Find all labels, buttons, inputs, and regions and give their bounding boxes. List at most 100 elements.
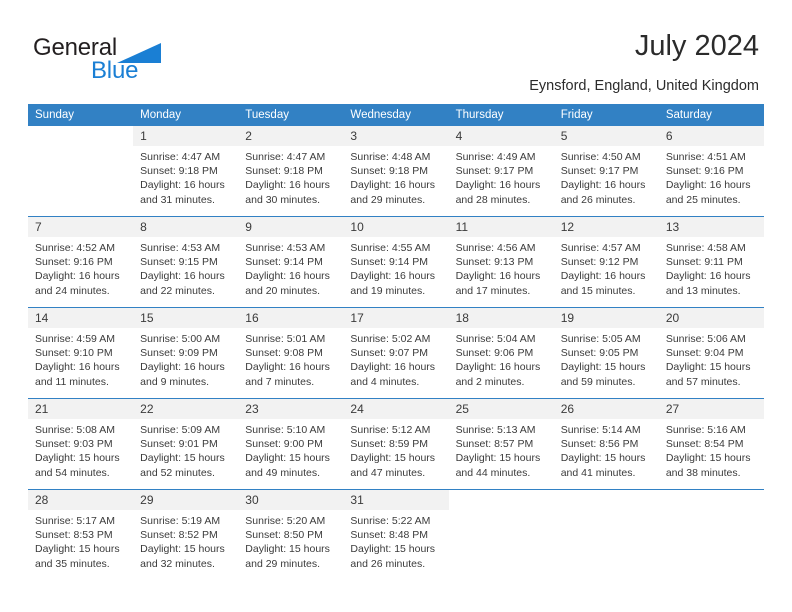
day-sun-info: Sunrise: 5:06 AM Sunset: 9:04 PM Daylight:… (659, 328, 764, 389)
day-sun-info: Sunrise: 5:04 AM Sunset: 9:06 PM Daylight:… (449, 328, 554, 389)
day-sun-info: Sunrise: 5:17 AM Sunset: 8:53 PM Daylight:… (28, 510, 133, 571)
day-number (553, 490, 659, 510)
calendar-day-cell[interactable]: 24 Sunrise: 5:12 AM Sunset: 8:59 PM Dayligh… (343, 398, 449, 490)
daylight-text: and 41 minutes. (560, 466, 636, 479)
calendar-day-cell[interactable]: 15 Sunrise: 5:00 AM Sunset: 9:09 PM Dayligh… (133, 307, 239, 399)
calendar-week-row: 21 Sunrise: 5:08 AM Sunset: 9:03 PM Dayligh… (28, 398, 764, 490)
calendar-day-cell[interactable]: 27 Sunrise: 5:16 AM Sunset: 8:54 PM Dayligh… (658, 398, 764, 490)
calendar-day-cell[interactable]: 18 Sunrise: 5:04 AM Sunset: 9:06 PM Dayligh… (448, 307, 554, 399)
calendar-day-cell[interactable]: 22 Sunrise: 5:09 AM Sunset: 9:01 PM Dayligh… (133, 398, 239, 490)
sunset-text: Sunset: 9:16 PM (35, 256, 113, 269)
calendar-day-cell[interactable]: 31 Sunrise: 5:22 AM Sunset: 8:48 PM Dayligh… (343, 489, 449, 580)
daylight-text: Daylight: 16 hours (245, 179, 330, 192)
daylight-text: and 59 minutes. (560, 375, 636, 388)
calendar-day-cell[interactable]: 16 Sunrise: 5:01 AM Sunset: 9:08 PM Dayligh… (238, 307, 344, 399)
daylight-text: Daylight: 15 hours (245, 543, 330, 556)
daylight-text: and 15 minutes. (560, 284, 636, 297)
calendar-day-cell[interactable]: 26 Sunrise: 5:14 AM Sunset: 8:56 PM Dayligh… (553, 398, 659, 490)
calendar-day-cell[interactable]: 2 Sunrise: 4:47 AM Sunset: 9:18 PM Daylight… (238, 126, 344, 217)
weekday-header-monday: Monday (133, 104, 239, 126)
calendar-day-cell[interactable]: 17 Sunrise: 5:02 AM Sunset: 9:07 PM Dayligh… (343, 307, 449, 399)
calendar-week-row: 28 Sunrise: 5:17 AM Sunset: 8:53 PM Dayligh… (28, 489, 764, 580)
calendar-day-cell[interactable]: 14 Sunrise: 4:59 AM Sunset: 9:10 PM Dayligh… (28, 307, 134, 399)
sunset-text: Sunset: 9:13 PM (455, 256, 534, 269)
daylight-text: and 2 minutes. (455, 375, 525, 388)
sunrise-text: Sunrise: 5:02 AM (350, 333, 431, 345)
day-number: 18 (448, 308, 554, 328)
calendar-day-cell[interactable]: 8 Sunrise: 4:53 AM Sunset: 9:15 PM Daylight… (133, 216, 239, 308)
daylight-text: Daylight: 16 hours (455, 270, 541, 283)
sunset-text: Sunset: 9:07 PM (350, 347, 429, 360)
page-header: General Blue July 2024 Eynsford, England… (33, 30, 759, 98)
calendar-day-cell[interactable]: 5 Sunrise: 4:50 AM Sunset: 9:17 PM Daylight… (553, 126, 659, 217)
brand-logo[interactable]: General Blue (33, 34, 233, 90)
calendar-day-cell[interactable]: 11 Sunrise: 4:56 AM Sunset: 9:13 PM Dayligh… (448, 216, 554, 308)
day-number: 19 (553, 308, 659, 328)
sunrise-text: Sunrise: 5:09 AM (140, 424, 221, 436)
sunset-text: Sunset: 8:50 PM (245, 529, 323, 542)
daylight-text: Daylight: 15 hours (560, 452, 646, 465)
calendar-empty-cell (28, 126, 134, 217)
daylight-text: and 30 minutes. (245, 193, 320, 206)
daylight-text: Daylight: 15 hours (665, 361, 751, 374)
sunset-text: Sunset: 9:01 PM (140, 438, 218, 451)
daylight-text: Daylight: 15 hours (140, 452, 225, 465)
daylight-text: Daylight: 15 hours (245, 452, 330, 465)
day-sun-info: Sunrise: 4:53 AM Sunset: 9:14 PM Daylight:… (238, 237, 343, 298)
sunset-text: Sunset: 9:18 PM (350, 165, 429, 178)
calendar-day-cell[interactable]: 21 Sunrise: 5:08 AM Sunset: 9:03 PM Dayligh… (28, 398, 134, 490)
calendar-day-cell[interactable]: 29 Sunrise: 5:19 AM Sunset: 8:52 PM Dayligh… (133, 489, 239, 580)
day-number: 27 (658, 399, 764, 419)
brand-name-secondary: Blue (91, 57, 139, 84)
daylight-text: Daylight: 15 hours (140, 543, 225, 556)
sunset-text: Sunset: 8:54 PM (665, 438, 744, 451)
day-sun-info: Sunrise: 5:13 AM Sunset: 8:57 PM Daylight:… (449, 419, 554, 480)
sunset-text: Sunset: 9:14 PM (350, 256, 429, 269)
day-sun-info: Sunrise: 4:47 AM Sunset: 9:18 PM Daylight:… (133, 146, 238, 207)
daylight-text: and 29 minutes. (245, 557, 320, 570)
sunset-text: Sunset: 9:12 PM (560, 256, 639, 269)
calendar-day-cell[interactable]: 23 Sunrise: 5:10 AM Sunset: 9:00 PM Dayligh… (238, 398, 344, 490)
calendar-day-cell[interactable]: 12 Sunrise: 4:57 AM Sunset: 9:12 PM Dayligh… (553, 216, 659, 308)
calendar-day-cell[interactable]: 9 Sunrise: 4:53 AM Sunset: 9:14 PM Daylight… (238, 216, 344, 308)
day-sun-info: Sunrise: 5:05 AM Sunset: 9:05 PM Daylight:… (554, 328, 659, 389)
sunset-text: Sunset: 8:56 PM (560, 438, 639, 451)
day-number: 28 (28, 490, 134, 510)
day-sun-info: Sunrise: 5:19 AM Sunset: 8:52 PM Daylight:… (133, 510, 238, 571)
calendar-day-cell[interactable]: 10 Sunrise: 4:55 AM Sunset: 9:14 PM Dayligh… (343, 216, 449, 308)
day-number: 24 (343, 399, 449, 419)
daylight-text: Daylight: 16 hours (350, 179, 436, 192)
daylight-text: Daylight: 16 hours (350, 361, 436, 374)
calendar-day-cell[interactable]: 20 Sunrise: 5:06 AM Sunset: 9:04 PM Dayligh… (658, 307, 764, 399)
calendar-day-cell[interactable]: 1 Sunrise: 4:47 AM Sunset: 9:18 PM Daylight… (133, 126, 239, 217)
calendar-day-cell[interactable]: 6 Sunrise: 4:51 AM Sunset: 9:16 PM Daylight… (658, 126, 764, 217)
calendar-day-cell[interactable]: 25 Sunrise: 5:13 AM Sunset: 8:57 PM Dayligh… (448, 398, 554, 490)
day-sun-info: Sunrise: 5:20 AM Sunset: 8:50 PM Daylight:… (238, 510, 343, 571)
calendar-day-cell[interactable]: 3 Sunrise: 4:48 AM Sunset: 9:18 PM Daylight… (343, 126, 449, 217)
daylight-text: Daylight: 16 hours (35, 361, 120, 374)
daylight-text: and 57 minutes. (665, 375, 741, 388)
sunrise-text: Sunrise: 4:56 AM (455, 242, 536, 254)
day-sun-info: Sunrise: 4:47 AM Sunset: 9:18 PM Daylight:… (238, 146, 343, 207)
calendar-day-cell[interactable]: 7 Sunrise: 4:52 AM Sunset: 9:16 PM Daylight… (28, 216, 134, 308)
daylight-text: and 32 minutes. (140, 557, 215, 570)
calendar-day-cell[interactable]: 28 Sunrise: 5:17 AM Sunset: 8:53 PM Dayligh… (28, 489, 134, 580)
calendar-day-cell[interactable]: 4 Sunrise: 4:49 AM Sunset: 9:17 PM Daylight… (448, 126, 554, 217)
calendar-empty-cell (448, 489, 554, 580)
daylight-text: Daylight: 16 hours (245, 361, 330, 374)
sunrise-text: Sunrise: 4:48 AM (350, 151, 431, 163)
sunrise-text: Sunrise: 4:50 AM (560, 151, 641, 163)
calendar-day-cell[interactable]: 13 Sunrise: 4:58 AM Sunset: 9:11 PM Dayligh… (658, 216, 764, 308)
day-sun-info: Sunrise: 5:08 AM Sunset: 9:03 PM Daylight:… (28, 419, 133, 480)
day-number: 31 (343, 490, 449, 510)
calendar-day-cell[interactable]: 30 Sunrise: 5:20 AM Sunset: 8:50 PM Dayligh… (238, 489, 344, 580)
calendar-week-row: 7 Sunrise: 4:52 AM Sunset: 9:16 PM Daylight… (28, 216, 764, 308)
sunrise-text: Sunrise: 5:19 AM (140, 515, 221, 527)
daylight-text: and 52 minutes. (140, 466, 215, 479)
calendar-week-row: 1 Sunrise: 4:47 AM Sunset: 9:18 PM Daylight… (28, 126, 764, 217)
calendar-day-cell[interactable]: 19 Sunrise: 5:05 AM Sunset: 9:05 PM Dayligh… (553, 307, 659, 399)
day-number: 30 (238, 490, 344, 510)
calendar-page: General Blue July 2024 Eynsford, England… (0, 0, 792, 612)
daylight-text: and 25 minutes. (665, 193, 741, 206)
daylight-text: and 22 minutes. (140, 284, 215, 297)
